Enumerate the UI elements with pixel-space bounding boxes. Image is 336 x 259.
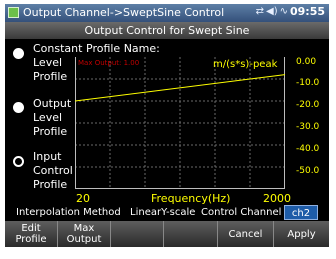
page-title: Output Control for Swept Sine (5, 22, 329, 39)
control-channel-label: Control Channel (201, 207, 282, 218)
network-icon: ⇄ (255, 6, 264, 17)
profile-plot-svg (75, 57, 285, 189)
softkey-3[interactable] (111, 221, 164, 247)
radio-label-line: Constant (33, 42, 83, 55)
interpolation-method-value: LinearY-scale (130, 207, 196, 218)
x-axis-label: Frequency(Hz) (151, 192, 231, 205)
y-tick-label: -10.0 (296, 78, 320, 88)
y-tick-label: 0.00 (296, 57, 317, 67)
y-tick-label: -20.0 (296, 100, 320, 110)
softkey-label-line: Output (66, 234, 102, 245)
volume-icon: ◀) (266, 6, 278, 17)
radio-label-line: Output (33, 97, 72, 110)
screen: Output Channel->SweptSine Control ⇄ ◀) ∿… (5, 4, 329, 247)
softkey-label-line: Apply (287, 228, 316, 240)
softkey-label-line: Edit (21, 223, 41, 234)
info-bar: Interpolation Method LinearY-scale Contr… (5, 205, 329, 221)
interpolation-method-label: Interpolation Method (16, 207, 121, 218)
edit-profile-button[interactable]: Edit Profile (5, 221, 58, 247)
radio-label-line: Control (33, 164, 73, 177)
max-output-text: Max Output: 1.00 (78, 59, 140, 67)
radio-label-line: Profile (33, 125, 68, 138)
radio-label-output-level-profile: Output Level Profile (33, 97, 71, 139)
radio-label-line: Profile (33, 178, 68, 191)
x-tick-end: 2000 (263, 192, 291, 205)
x-tick-start: 20 (76, 192, 90, 205)
softkey-label-line: Max (73, 223, 95, 234)
app-icon (8, 7, 19, 18)
apply-button[interactable]: Apply (274, 221, 329, 247)
cancel-button[interactable]: Cancel (218, 221, 274, 247)
control-channel-button[interactable]: ch2 (284, 205, 318, 220)
softkey-label-line: Profile (15, 234, 47, 245)
radio-label-line: Input (33, 150, 62, 163)
signal-icon: ∿ (279, 6, 288, 17)
max-output-button[interactable]: Max Output (58, 221, 111, 247)
title-bar: Output Channel->SweptSine Control ⇄ ◀) ∿… (5, 4, 329, 22)
window-title: Output Channel->SweptSine Control (23, 6, 225, 19)
clock: 09:55 (289, 5, 325, 18)
curve-label: m/(s*s)-peak (213, 59, 278, 70)
radio-input-control-profile[interactable] (13, 156, 24, 167)
profile-plot (75, 57, 285, 189)
profile-name-label: Profile Name: (86, 42, 160, 55)
y-tick-label: -50.0 (296, 166, 320, 176)
status-area: ⇄ ◀) ∿ 09:55 (256, 5, 325, 18)
radio-label-line: Level (33, 111, 63, 124)
radio-constant-level-profile[interactable] (13, 48, 24, 59)
radio-output-level-profile[interactable] (13, 102, 24, 113)
y-tick-label: -40.0 (296, 144, 320, 154)
softkey-bar: Edit Profile Max Output Cancel Apply (5, 221, 329, 247)
softkey-label-line: Cancel (228, 228, 263, 240)
radio-label-input-control-profile: Input Control Profile (33, 150, 73, 192)
y-tick-label: -30.0 (296, 122, 320, 132)
softkey-4[interactable] (164, 221, 218, 247)
